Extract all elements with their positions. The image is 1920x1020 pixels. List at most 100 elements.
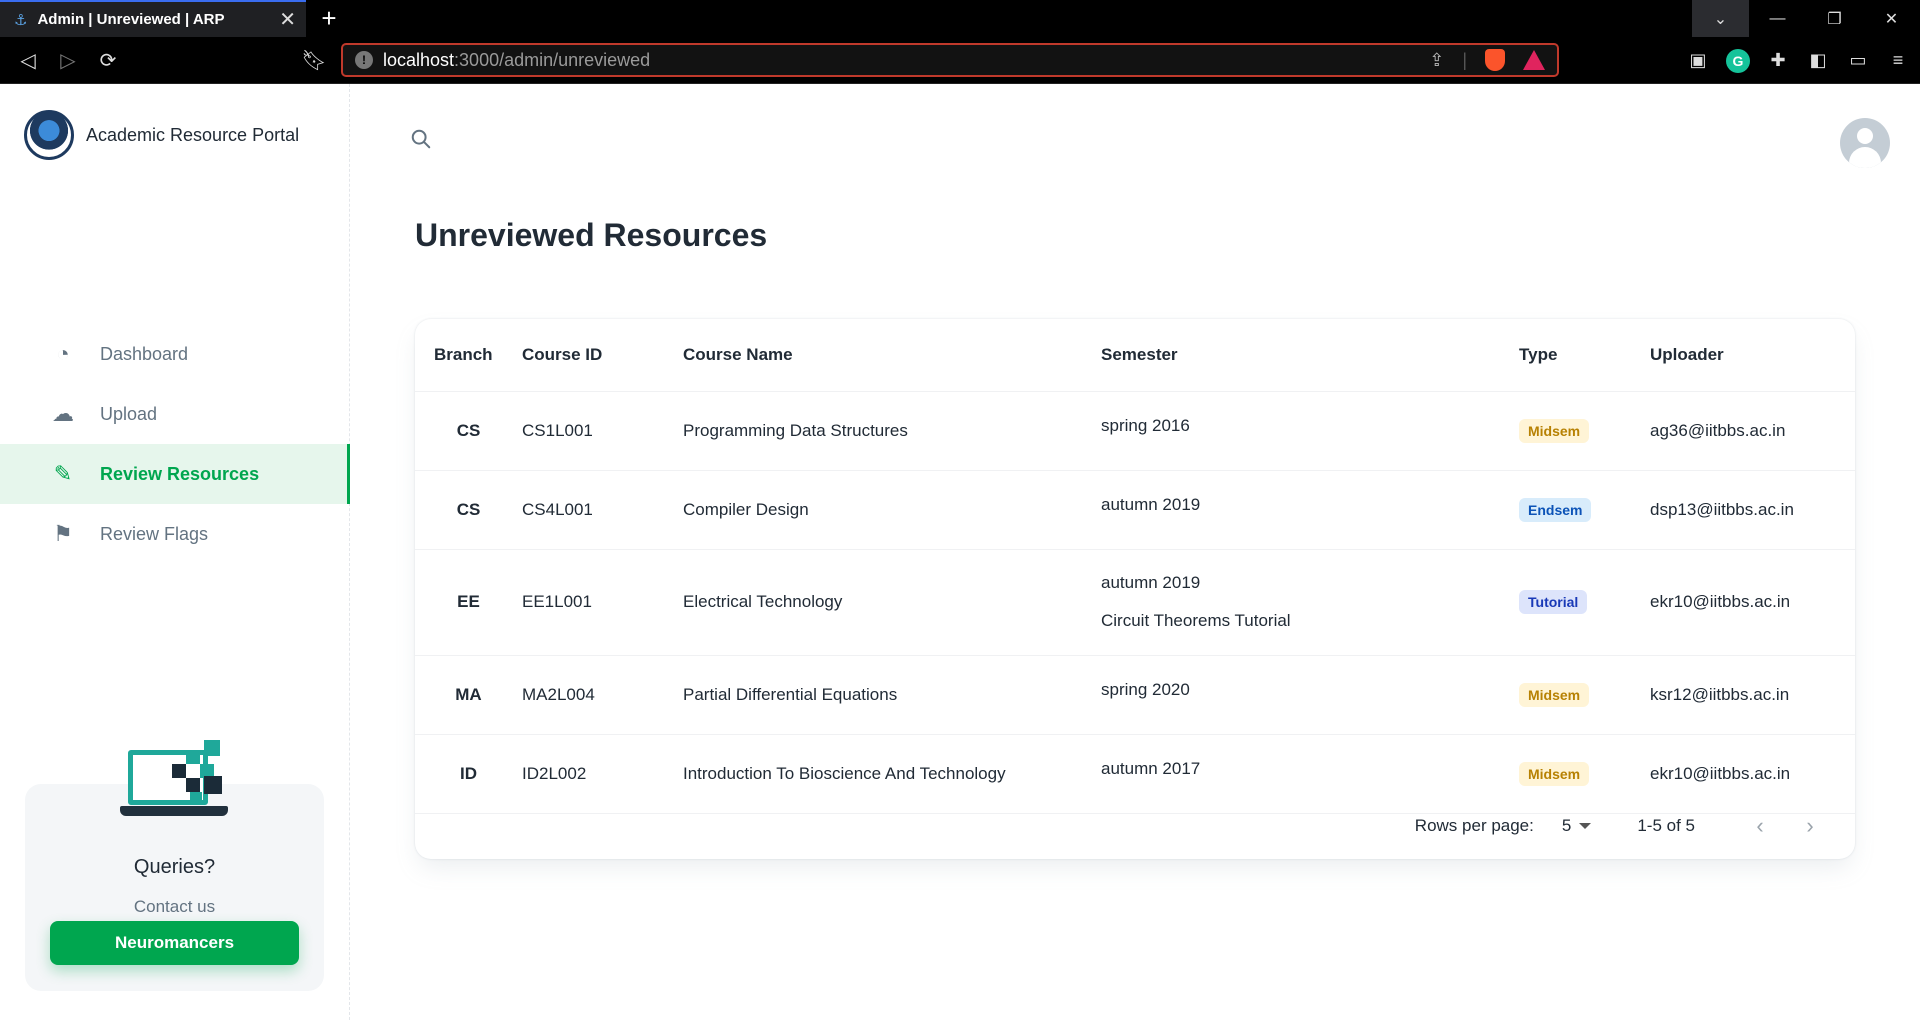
- rows-per-page-label: Rows per page:: [1414, 816, 1534, 835]
- semester-text: spring 2016: [1101, 415, 1190, 435]
- flag-icon: ⚑: [53, 521, 73, 546]
- puzzle-extensions-icon[interactable]: ✚: [1766, 49, 1790, 73]
- semester-text: spring 2020: [1101, 679, 1190, 699]
- column-header-branch: Branch: [415, 319, 522, 392]
- chevron-down-icon: [1579, 823, 1592, 829]
- sidebar-item-label: Upload: [100, 403, 158, 424]
- sidebar-item-review-resources[interactable]: ✎ Review Resources: [0, 444, 350, 504]
- url-host: localhost: [383, 49, 455, 70]
- tab-title: Admin | Unreviewed | ARP: [37, 11, 225, 28]
- cell-course-name: Partial Differential Equations: [683, 655, 1101, 735]
- rows-per-page-select[interactable]: 5: [1561, 816, 1592, 836]
- restore-button[interactable]: ❐: [1806, 0, 1863, 37]
- tab-search-icon[interactable]: ⌄: [1692, 0, 1749, 37]
- cloud-upload-icon: ☁: [52, 401, 74, 426]
- share-icon[interactable]: ⇪: [1429, 50, 1444, 71]
- cell-semester: autumn 2019: [1101, 470, 1519, 550]
- cell-course-name: Compiler Design: [683, 470, 1101, 550]
- cell-course-id: EE1L001: [522, 549, 683, 656]
- cell-uploader: ksr12@iitbbs.ac.in: [1650, 655, 1855, 735]
- cell-uploader: ekr10@iitbbs.ac.in: [1650, 549, 1855, 656]
- app-root: Academic Resource Portal ◔ Dashboard ☁ U…: [0, 84, 1920, 1020]
- sidebar-toggle-icon[interactable]: ◧: [1806, 49, 1830, 73]
- address-bar[interactable]: ! localhost:3000/admin/unreviewed ⇪ |: [341, 43, 1559, 77]
- semester-note: Circuit Theorems Tutorial: [1101, 611, 1291, 630]
- cell-course-id: MA2L004: [522, 655, 683, 735]
- table-pagination: Rows per page: 5 1-5 of 5 ‹ ›: [415, 793, 1855, 859]
- sidebar-nav: ◔ Dashboard ☁ Upload ✎ Review Resources …: [0, 324, 350, 564]
- cell-semester: autumn 2019 Circuit Theorems Tutorial: [1101, 549, 1519, 656]
- close-window-button[interactable]: ✕: [1863, 0, 1920, 37]
- sidebar-item-label: Review Resources: [100, 463, 260, 484]
- queries-subtitle: Contact us: [133, 897, 216, 916]
- column-header-uploader: Uploader: [1650, 319, 1855, 392]
- cell-semester: spring 2016: [1101, 391, 1519, 471]
- column-header-type: Type: [1519, 319, 1650, 392]
- cell-course-name: Programming Data Structures: [683, 391, 1101, 471]
- back-button[interactable]: ◁: [8, 40, 48, 80]
- contact-button[interactable]: Neuromancers: [50, 921, 299, 965]
- cell-type: Endsem: [1519, 470, 1650, 550]
- cell-branch: CS: [415, 470, 522, 550]
- type-badge: Tutorial: [1519, 590, 1588, 614]
- window-controls: ⌄ — ❐ ✕: [1692, 0, 1920, 37]
- browser-tab[interactable]: ⚓ Admin | Unreviewed | ARP ✕: [0, 0, 306, 37]
- cell-uploader: dsp13@iitbbs.ac.in: [1650, 470, 1855, 550]
- cell-type: Tutorial: [1519, 549, 1650, 656]
- column-header-course-id: Course ID: [522, 319, 683, 392]
- grammarly-icon[interactable]: G: [1726, 48, 1750, 73]
- semester-text: autumn 2019: [1101, 494, 1201, 514]
- url-path: :3000/admin/unreviewed: [454, 49, 651, 70]
- site-info-icon[interactable]: !: [355, 51, 373, 69]
- reload-button[interactable]: ⟳: [88, 40, 128, 80]
- browser-toolbar: ◁ ▷ ⟳ 🔖︎ ! localhost:3000/admin/unreview…: [0, 37, 1920, 84]
- forward-button[interactable]: ▷: [48, 40, 88, 80]
- cell-branch: MA: [415, 655, 522, 735]
- table-row[interactable]: CS CS1L001 Programming Data Structures s…: [415, 391, 1855, 471]
- rows-per-page-value: 5: [1561, 816, 1572, 835]
- cell-branch: CS: [415, 391, 522, 471]
- avatar[interactable]: [1840, 118, 1890, 168]
- cell-course-id: CS4L001: [522, 470, 683, 550]
- type-badge: Midsem: [1519, 418, 1590, 443]
- menu-icon[interactable]: ≡: [1886, 49, 1910, 73]
- cell-branch: EE: [415, 549, 522, 656]
- column-header-course-name: Course Name: [683, 319, 1101, 392]
- previous-page-button[interactable]: ‹: [1735, 813, 1785, 839]
- sidebar-item-upload[interactable]: ☁ Upload: [0, 384, 350, 444]
- brave-shields-icon[interactable]: [1485, 49, 1505, 71]
- queries-title: Queries?: [133, 856, 216, 878]
- type-badge: Midsem: [1519, 682, 1590, 707]
- cell-course-name: Electrical Technology: [683, 549, 1101, 656]
- semester-text: autumn 2017: [1101, 758, 1201, 778]
- type-badge: Midsem: [1519, 761, 1590, 786]
- wallet-icon[interactable]: ▭: [1846, 49, 1870, 73]
- column-header-semester: Semester: [1101, 319, 1519, 392]
- search-icon[interactable]: [410, 128, 432, 150]
- minimize-button[interactable]: —: [1749, 0, 1806, 37]
- browser-tab-strip: ⚓ Admin | Unreviewed | ARP ✕ + ⌄ — ❐ ✕: [0, 0, 1920, 37]
- table-row[interactable]: EE EE1L001 Electrical Technology autumn …: [415, 549, 1855, 656]
- reader-mode-icon[interactable]: ▣: [1686, 49, 1710, 73]
- sidebar-item-label: Dashboard: [100, 343, 189, 364]
- queries-card: Queries? Contact us Neuromancers: [25, 740, 324, 991]
- brand[interactable]: Academic Resource Portal: [24, 110, 299, 160]
- table-row[interactable]: CS CS4L001 Compiler Design autumn 2019 E…: [415, 470, 1855, 550]
- close-tab-icon[interactable]: ✕: [279, 7, 296, 32]
- next-page-button[interactable]: ›: [1785, 813, 1835, 839]
- table-row[interactable]: MA MA2L004 Partial Differential Equation…: [415, 655, 1855, 735]
- main-content: Unreviewed Resources Branch Course ID Co…: [350, 84, 1920, 1020]
- new-tab-button[interactable]: +: [306, 0, 352, 37]
- brand-name: Academic Resource Portal: [86, 124, 300, 145]
- cell-type: Midsem: [1519, 391, 1650, 471]
- semester-text: autumn 2019: [1101, 573, 1201, 592]
- cell-semester: spring 2020: [1101, 655, 1519, 735]
- sidebar-item-review-flags[interactable]: ⚑ Review Flags: [0, 504, 350, 564]
- type-badge: Endsem: [1519, 497, 1592, 522]
- bookmark-icon[interactable]: 🔖︎: [294, 40, 334, 80]
- tab-favicon-icon: ⚓: [14, 11, 28, 29]
- sidebar-item-dashboard[interactable]: ◔ Dashboard: [0, 324, 350, 384]
- pie-chart-icon: ◔: [56, 341, 70, 366]
- table-header-row: Branch Course ID Course Name Semester Ty…: [415, 319, 1855, 392]
- brave-rewards-icon[interactable]: [1523, 50, 1545, 70]
